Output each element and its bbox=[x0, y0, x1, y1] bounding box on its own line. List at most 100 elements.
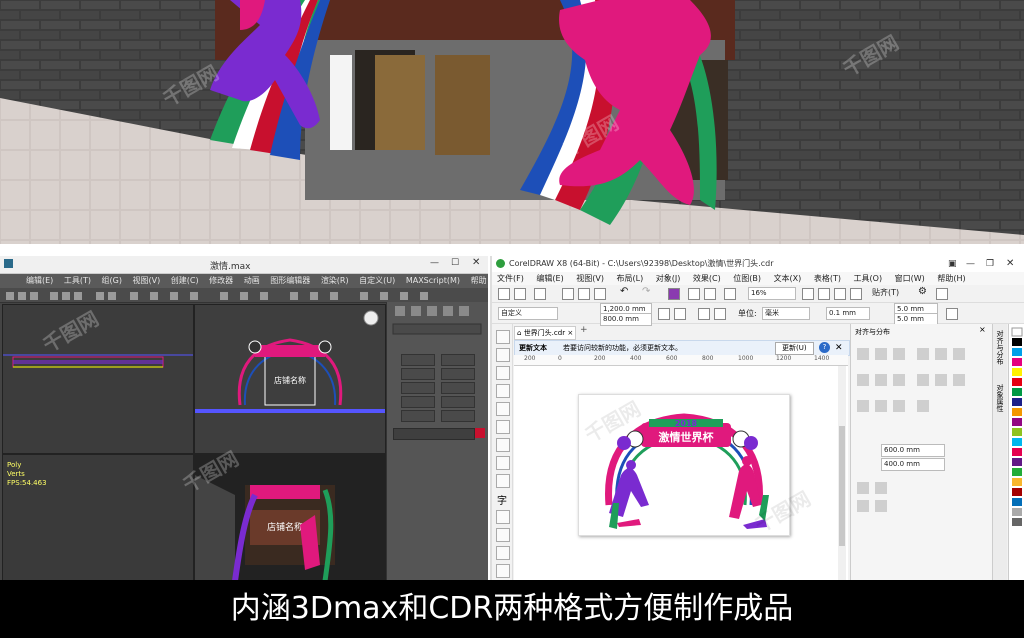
new-tab-icon[interactable]: + bbox=[580, 325, 588, 335]
publish-pdf-icon[interactable] bbox=[724, 288, 736, 300]
crop-tool-icon[interactable] bbox=[496, 366, 510, 380]
current-page-icon[interactable] bbox=[714, 308, 726, 320]
horizontal-ruler[interactable]: 200 0 200 400 600 800 1000 1200 1400 bbox=[514, 355, 848, 366]
viewport-front[interactable]: 店铺名称 bbox=[194, 304, 386, 454]
object-type-button[interactable] bbox=[441, 368, 475, 380]
docker-width-field[interactable]: 600.0 mm bbox=[881, 444, 945, 457]
minimize-button[interactable]: — bbox=[430, 258, 439, 268]
connector-tool-icon[interactable] bbox=[496, 528, 510, 542]
object-type-button[interactable] bbox=[441, 382, 475, 394]
document-tab[interactable]: ⌂ 世界门头.cdr × bbox=[514, 326, 576, 340]
show-grid-icon[interactable] bbox=[834, 288, 846, 300]
menu-item-file[interactable]: 文件(F) bbox=[497, 274, 524, 283]
open-icon[interactable] bbox=[514, 288, 526, 300]
menu-item-help[interactable]: 帮助(H) bbox=[937, 274, 965, 283]
tab-close-icon[interactable]: × bbox=[567, 329, 573, 337]
rectangle-tool-icon[interactable] bbox=[496, 438, 510, 452]
side-tab-properties[interactable]: 对象属性 bbox=[995, 384, 1005, 412]
new-document-icon[interactable] bbox=[498, 288, 510, 300]
all-pages-icon[interactable] bbox=[698, 308, 710, 320]
menu-item-create[interactable]: 创建(C) bbox=[171, 276, 199, 285]
page-height-field[interactable]: 800.0 mm bbox=[600, 313, 652, 326]
menu-item-views[interactable]: 视图(V) bbox=[133, 276, 161, 285]
close-button[interactable]: ✕ bbox=[1006, 256, 1014, 272]
menu-item-layout[interactable]: 布局(L) bbox=[617, 274, 644, 283]
menu-item-bitmaps[interactable]: 位图(B) bbox=[733, 274, 761, 283]
menu-item-object[interactable]: 对象(J) bbox=[656, 274, 681, 283]
docker-close-icon[interactable]: × bbox=[979, 325, 986, 334]
page-preset-dropdown[interactable]: 自定义 bbox=[498, 307, 558, 320]
export-icon[interactable] bbox=[704, 288, 716, 300]
menu-item-text[interactable]: 文本(X) bbox=[774, 274, 802, 283]
application-launcher-icon[interactable] bbox=[936, 288, 948, 300]
menu-item-graph-editors[interactable]: 图形编辑器 bbox=[270, 276, 310, 285]
object-type-button[interactable] bbox=[441, 410, 475, 422]
menu-item-rendering[interactable]: 渲染(R) bbox=[321, 276, 349, 285]
page-options-icon[interactable] bbox=[946, 308, 958, 320]
cut-icon[interactable] bbox=[562, 288, 574, 300]
menu-item-customize[interactable]: 自定义(U) bbox=[359, 276, 395, 285]
shape-tool-icon[interactable] bbox=[496, 348, 510, 362]
menu-item-modifiers[interactable]: 修改器 bbox=[209, 276, 233, 285]
object-type-button[interactable] bbox=[401, 382, 435, 394]
drawing-canvas[interactable]: 2018 激情世界杯 bbox=[514, 366, 848, 580]
menu-item-edit[interactable]: 编辑(E) bbox=[26, 276, 53, 285]
menu-item-maxscript[interactable]: MAXScript(M) bbox=[406, 276, 460, 285]
align-icons-grid[interactable] bbox=[851, 340, 993, 430]
menu-item-edit[interactable]: 编辑(E) bbox=[536, 274, 563, 283]
distribute-icons[interactable] bbox=[851, 478, 993, 518]
docker-height-field[interactable]: 400.0 mm bbox=[881, 458, 945, 471]
object-type-button[interactable] bbox=[401, 354, 435, 366]
copy-icon[interactable] bbox=[578, 288, 590, 300]
interactive-fill-tool-icon[interactable] bbox=[496, 546, 510, 560]
close-button[interactable]: ✕ bbox=[472, 257, 480, 268]
show-guidelines-icon[interactable] bbox=[850, 288, 862, 300]
color-swatches[interactable] bbox=[1009, 324, 1024, 580]
help-icon[interactable]: ? bbox=[819, 342, 830, 353]
menu-item-view[interactable]: 视图(V) bbox=[576, 274, 604, 283]
artistic-media-tool-icon[interactable] bbox=[496, 420, 510, 434]
close-notification-icon[interactable]: ✕ bbox=[835, 341, 843, 355]
object-color-swatch[interactable] bbox=[475, 428, 485, 438]
import-icon[interactable] bbox=[688, 288, 700, 300]
object-type-button[interactable] bbox=[441, 396, 475, 408]
text-tool-icon[interactable]: 字 bbox=[497, 492, 507, 507]
paste-icon[interactable] bbox=[594, 288, 606, 300]
object-type-button[interactable] bbox=[441, 354, 475, 366]
name-field[interactable] bbox=[393, 428, 475, 440]
show-rulers-icon[interactable] bbox=[818, 288, 830, 300]
menu-item-table[interactable]: 表格(T) bbox=[814, 274, 841, 283]
minimize-button[interactable]: — bbox=[966, 256, 975, 272]
polygon-tool-icon[interactable] bbox=[496, 474, 510, 488]
menu-item-group[interactable]: 组(G) bbox=[102, 276, 122, 285]
maximize-button[interactable]: ☐ bbox=[451, 258, 459, 268]
parallel-dimension-tool-icon[interactable] bbox=[496, 510, 510, 524]
portrait-icon[interactable] bbox=[658, 308, 670, 320]
object-type-button[interactable] bbox=[401, 396, 435, 408]
zoom-tool-icon[interactable] bbox=[496, 384, 510, 398]
menu-item-window[interactable]: 窗口(W) bbox=[895, 274, 925, 283]
landscape-icon[interactable] bbox=[674, 308, 686, 320]
object-type-button[interactable] bbox=[401, 410, 435, 422]
zoom-level-field[interactable]: 16% bbox=[748, 287, 796, 300]
user-icon[interactable]: ▣ bbox=[948, 256, 957, 272]
side-tab-align[interactable]: 对齐与分布 bbox=[995, 330, 1005, 365]
eyedropper-tool-icon[interactable] bbox=[496, 564, 510, 578]
snap-to-dropdown[interactable]: 贴齐(T) bbox=[872, 287, 899, 298]
max-toolbar-icons[interactable] bbox=[0, 289, 488, 303]
save-icon[interactable] bbox=[534, 288, 546, 300]
restore-button[interactable]: ❐ bbox=[986, 256, 994, 272]
menu-item-tools[interactable]: 工具(O) bbox=[854, 274, 883, 283]
redo-icon[interactable]: ↷ bbox=[642, 286, 650, 297]
ellipse-tool-icon[interactable] bbox=[496, 456, 510, 470]
menu-item-tools[interactable]: 工具(T) bbox=[64, 276, 91, 285]
color-palette[interactable] bbox=[1008, 324, 1024, 580]
update-button[interactable]: 更新(U) bbox=[775, 342, 814, 355]
freehand-tool-icon[interactable] bbox=[496, 402, 510, 416]
command-panel-tabs[interactable] bbox=[387, 302, 488, 342]
home-icon[interactable]: ⌂ bbox=[517, 329, 521, 337]
units-dropdown[interactable]: 毫米 bbox=[762, 307, 810, 320]
nudge-distance-field[interactable]: 0.1 mm bbox=[826, 307, 870, 320]
menu-item-animation[interactable]: 动画 bbox=[244, 276, 260, 285]
object-type-button[interactable] bbox=[401, 368, 435, 380]
